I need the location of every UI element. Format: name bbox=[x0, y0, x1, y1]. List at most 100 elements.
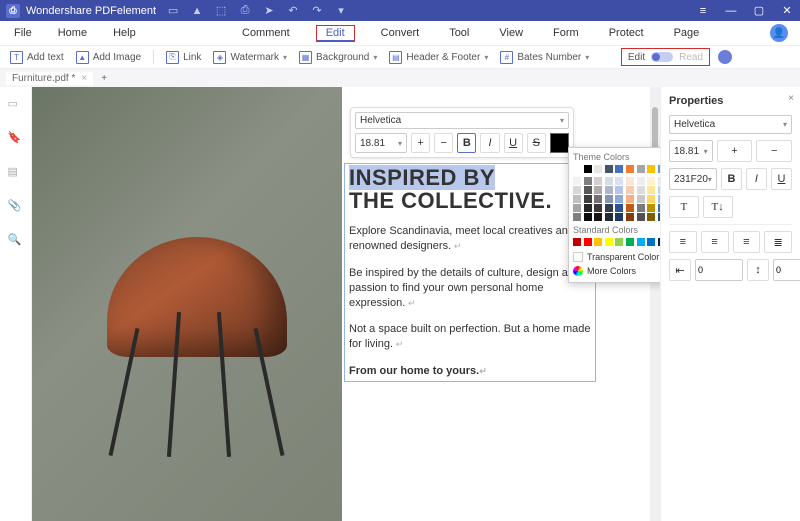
user-avatar[interactable]: 👤 bbox=[770, 24, 788, 42]
color-swatch[interactable] bbox=[637, 177, 645, 185]
background-button[interactable]: ▦Background▾ bbox=[299, 51, 377, 64]
color-swatch[interactable] bbox=[584, 165, 592, 173]
indent-input[interactable] bbox=[695, 259, 743, 281]
align-center[interactable]: ≡ bbox=[701, 231, 729, 253]
font-family-select[interactable]: Helvetica▾ bbox=[355, 112, 569, 129]
thumbnails-icon[interactable]: ▭ bbox=[8, 97, 24, 113]
maximize-button[interactable]: ▢ bbox=[752, 4, 766, 18]
color-swatch[interactable] bbox=[594, 186, 602, 194]
color-swatch[interactable] bbox=[615, 213, 623, 221]
color-swatch[interactable] bbox=[626, 165, 634, 173]
edit-read-toggle[interactable]: Edit Read bbox=[621, 48, 710, 66]
color-swatch[interactable] bbox=[584, 186, 592, 194]
prop-vertical-text[interactable]: T↓ bbox=[703, 196, 733, 218]
mode-toggle[interactable] bbox=[651, 52, 673, 62]
color-swatch[interactable] bbox=[573, 238, 581, 246]
color-swatch[interactable] bbox=[584, 177, 592, 185]
bookmark-icon[interactable]: 🔖 bbox=[8, 131, 24, 147]
color-swatch[interactable] bbox=[605, 238, 613, 246]
color-swatch[interactable] bbox=[615, 238, 623, 246]
color-swatch[interactable] bbox=[637, 204, 645, 212]
prop-italic[interactable]: I bbox=[746, 168, 767, 190]
prop-horizontal-text[interactable]: T bbox=[669, 196, 699, 218]
menu-comment[interactable]: Comment bbox=[238, 25, 294, 42]
attachment-icon[interactable]: 📎 bbox=[8, 199, 24, 215]
prop-size-increase[interactable]: + bbox=[717, 140, 753, 162]
minimize-button[interactable]: — bbox=[724, 4, 738, 18]
menu-protect[interactable]: Protect bbox=[605, 25, 648, 42]
new-tab-button[interactable]: + bbox=[101, 73, 107, 84]
color-swatch[interactable] bbox=[605, 204, 613, 212]
image-icon[interactable]: ▲ bbox=[190, 4, 204, 18]
color-swatch[interactable] bbox=[573, 213, 581, 221]
color-swatch[interactable] bbox=[626, 204, 634, 212]
menu-tool[interactable]: Tool bbox=[445, 25, 473, 42]
prop-size-decrease[interactable]: − bbox=[756, 140, 792, 162]
spacing-input[interactable] bbox=[773, 259, 800, 281]
color-swatch[interactable] bbox=[584, 204, 592, 212]
menu-edit[interactable]: Edit bbox=[316, 25, 355, 42]
strikethrough-button[interactable]: S bbox=[527, 133, 546, 153]
watermark-button[interactable]: ◈Watermark▾ bbox=[213, 51, 287, 64]
color-swatch[interactable] bbox=[594, 238, 602, 246]
color-swatch[interactable] bbox=[594, 195, 602, 203]
color-swatch[interactable] bbox=[615, 204, 623, 212]
redo-icon[interactable]: ↷ bbox=[310, 4, 324, 18]
color-swatch[interactable] bbox=[658, 165, 660, 173]
dropdown-icon[interactable]: ▾ bbox=[334, 4, 348, 18]
font-size-decrease[interactable]: − bbox=[434, 133, 453, 153]
align-left[interactable]: ≡ bbox=[669, 231, 697, 253]
menu-view[interactable]: View bbox=[495, 25, 527, 42]
color-swatch[interactable] bbox=[647, 195, 655, 203]
menu-file[interactable]: File bbox=[10, 25, 36, 41]
prop-font-family[interactable]: Helvetica▾ bbox=[669, 115, 792, 134]
comments-icon[interactable]: ▤ bbox=[8, 165, 24, 181]
color-swatch[interactable] bbox=[626, 238, 634, 246]
font-color-button[interactable] bbox=[550, 133, 569, 153]
color-swatch[interactable] bbox=[658, 213, 660, 221]
align-justify[interactable]: ≣ bbox=[764, 231, 792, 253]
properties-close-icon[interactable]: × bbox=[788, 93, 794, 104]
color-swatch[interactable] bbox=[637, 186, 645, 194]
color-swatch[interactable] bbox=[658, 177, 660, 185]
color-swatch[interactable] bbox=[647, 238, 655, 246]
save-icon[interactable]: ⬚ bbox=[214, 4, 228, 18]
color-swatch[interactable] bbox=[637, 213, 645, 221]
link-button[interactable]: ⎘Link bbox=[166, 51, 201, 64]
color-swatch[interactable] bbox=[573, 165, 581, 173]
open-icon[interactable]: ▭ bbox=[166, 4, 180, 18]
add-text-button[interactable]: TAdd text bbox=[10, 51, 64, 64]
color-swatch[interactable] bbox=[605, 195, 613, 203]
ai-button[interactable] bbox=[718, 50, 732, 64]
header-footer-button[interactable]: ▤Header & Footer▾ bbox=[389, 51, 488, 64]
underline-button[interactable]: U bbox=[504, 133, 523, 153]
color-swatch[interactable] bbox=[647, 213, 655, 221]
color-swatch[interactable] bbox=[637, 165, 645, 173]
bates-number-button[interactable]: #Bates Number▾ bbox=[500, 51, 589, 64]
color-swatch[interactable] bbox=[584, 213, 592, 221]
color-swatch[interactable] bbox=[615, 165, 623, 173]
color-swatch[interactable] bbox=[626, 195, 634, 203]
color-swatch[interactable] bbox=[658, 238, 660, 246]
prop-color-hex[interactable]: 231F20▾ bbox=[669, 168, 717, 190]
hamburger-icon[interactable]: ≡ bbox=[696, 4, 710, 18]
document-tab[interactable]: Furniture.pdf * × bbox=[6, 72, 93, 85]
color-swatch[interactable] bbox=[573, 204, 581, 212]
share-icon[interactable]: ➤ bbox=[262, 4, 276, 18]
color-swatch[interactable] bbox=[626, 213, 634, 221]
search-icon[interactable]: 🔍 bbox=[8, 233, 24, 249]
print-icon[interactable]: ⎙ bbox=[238, 4, 252, 18]
color-swatch[interactable] bbox=[637, 195, 645, 203]
color-swatch[interactable] bbox=[626, 186, 634, 194]
color-swatch[interactable] bbox=[594, 204, 602, 212]
color-swatch[interactable] bbox=[647, 165, 655, 173]
color-swatch[interactable] bbox=[647, 204, 655, 212]
color-swatch[interactable] bbox=[584, 238, 592, 246]
font-size-select[interactable]: 18.81▾ bbox=[355, 133, 407, 153]
italic-button[interactable]: I bbox=[480, 133, 499, 153]
close-button[interactable]: ✕ bbox=[780, 4, 794, 18]
color-swatch[interactable] bbox=[626, 177, 634, 185]
color-swatch[interactable] bbox=[573, 186, 581, 194]
prop-font-size[interactable]: 18.81▾ bbox=[669, 140, 713, 162]
color-swatch[interactable] bbox=[637, 238, 645, 246]
